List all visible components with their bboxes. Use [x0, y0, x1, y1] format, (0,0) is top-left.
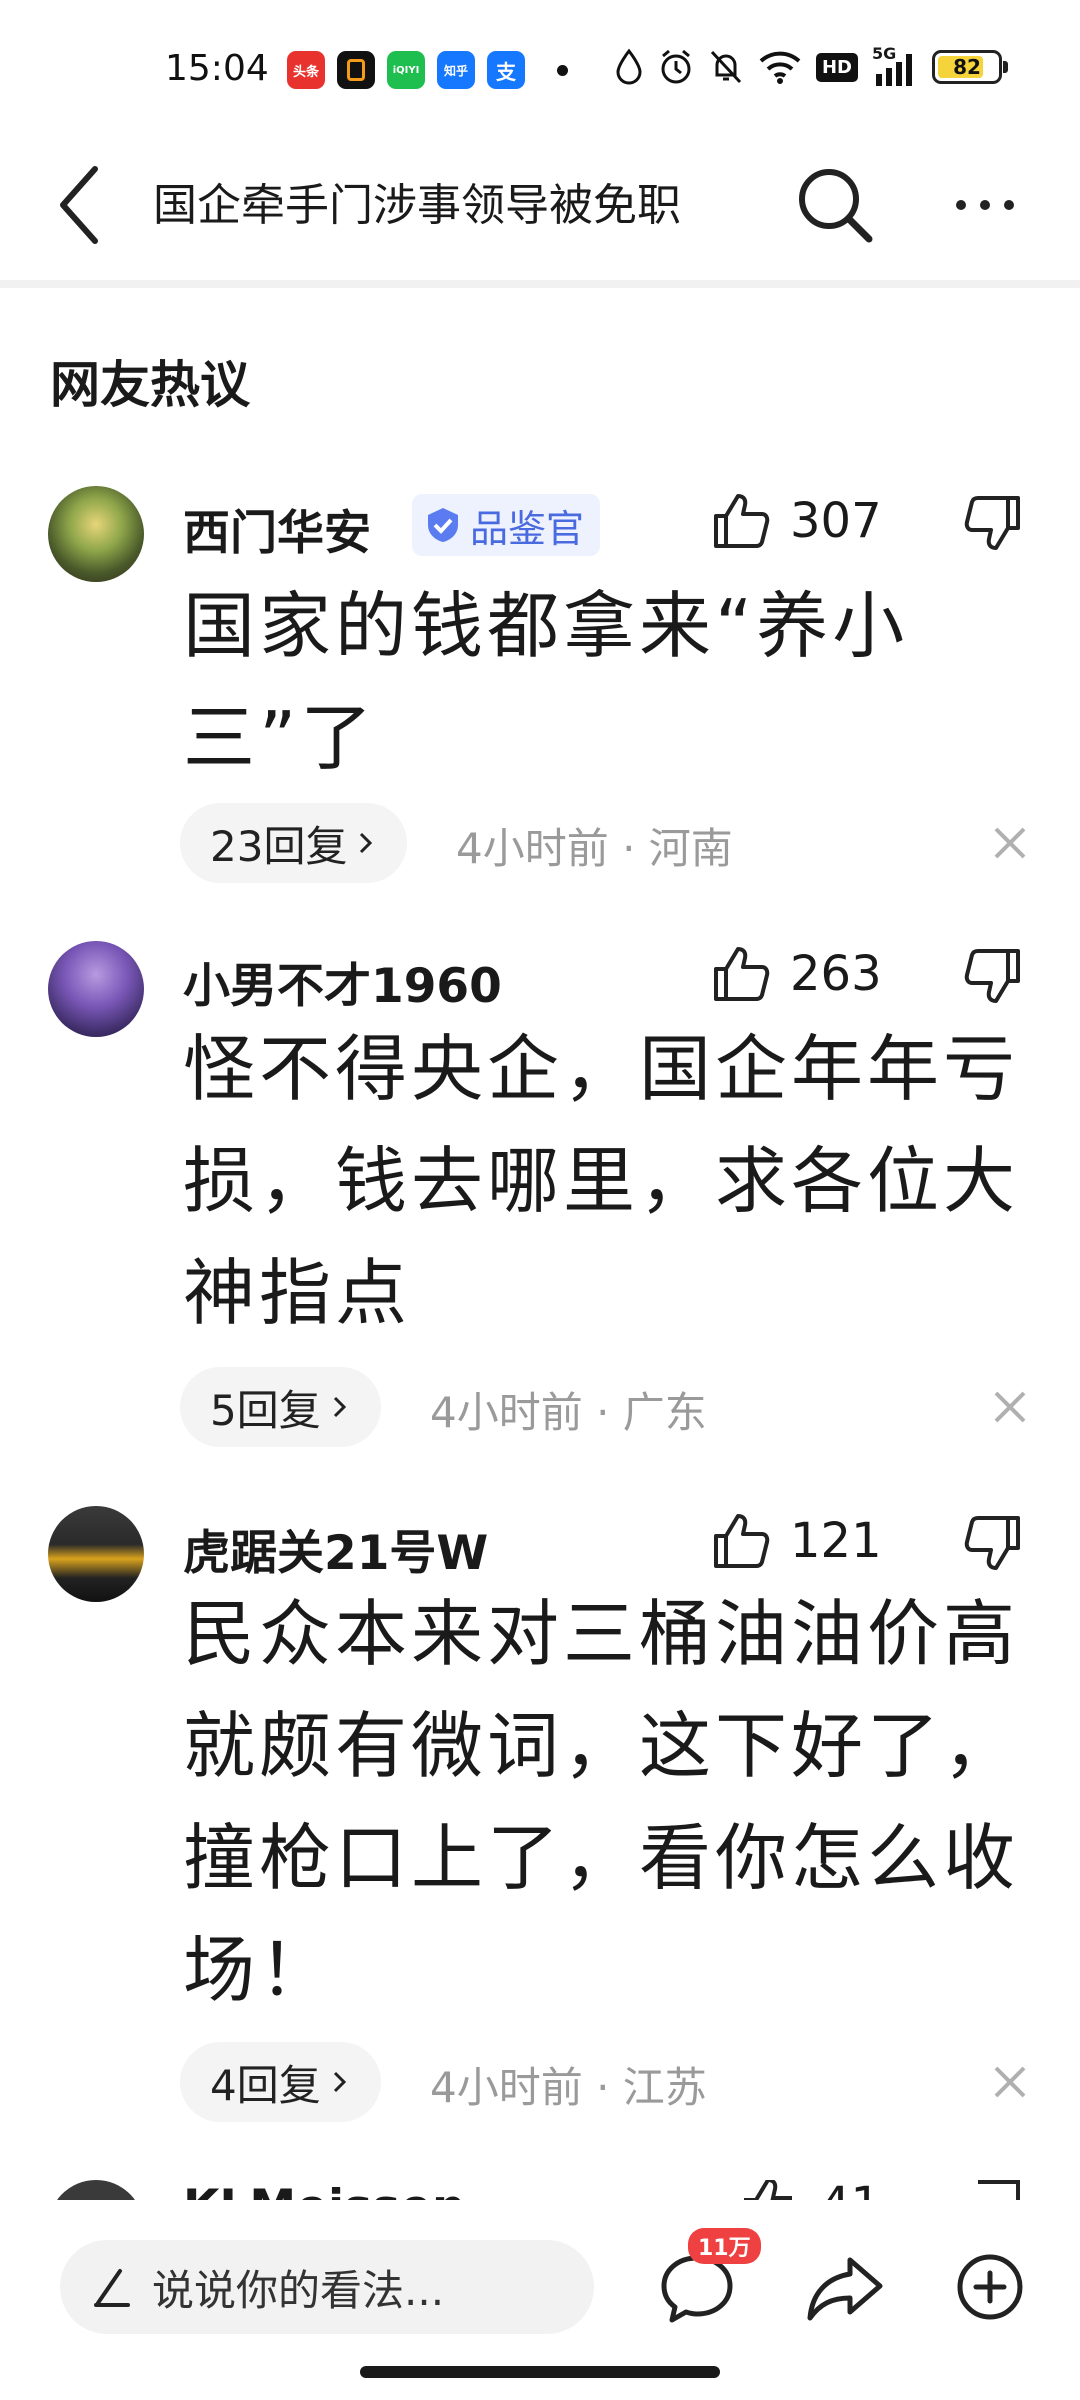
user-badge: 品鉴官 [412, 494, 601, 556]
article-title[interactable]: 国企牵手门涉事领导被免职 [153, 166, 733, 246]
wifi-icon [759, 51, 801, 84]
comment-text: 怪不得央企，国企年年亏损，钱去哪里，求各位大神指点 [183, 1027, 1020, 1335]
chevron-right-icon [333, 1396, 346, 1418]
dismiss-button[interactable] [985, 2057, 1035, 2107]
replies-button[interactable]: 5回复 [180, 1367, 381, 1447]
alipay-app-icon: 支 [487, 51, 525, 89]
comment-username[interactable]: 虎踞关21号W [183, 1514, 488, 1583]
reply-count: 5回复 [210, 1385, 321, 1435]
comment-count-badge: 11万 [688, 2228, 761, 2264]
comment-meta: 4小时前 · 广东 [430, 1388, 707, 1437]
avatar[interactable] [48, 941, 144, 1037]
comment-input[interactable]: 说说你的看法... [60, 2240, 594, 2334]
hd-badge: HD [815, 52, 858, 82]
dismiss-button[interactable] [985, 1382, 1035, 1432]
comment-item: 虎踞关21号W 121 民众本来对三桶油油价高就颇有微词，这下好了，撞枪口上了，… [0, 1500, 1080, 2140]
location-drop-icon [616, 48, 642, 85]
search-button[interactable] [785, 155, 885, 255]
comment-username[interactable]: 西门华安 [183, 494, 371, 563]
like-count: 263 [790, 946, 882, 1002]
thumbs-down-icon [964, 949, 1020, 1003]
like-button[interactable]: 263 [710, 943, 882, 1005]
toutiao-app-icon: 头条 [287, 51, 325, 89]
replies-button[interactable]: 23回复 [180, 803, 408, 883]
close-icon [994, 2066, 1026, 2098]
reply-count: 4回复 [210, 2060, 321, 2110]
comment-meta: 4小时前 · 河南 [456, 824, 733, 873]
share-button[interactable] [800, 2242, 890, 2332]
thumbs-up-icon [714, 494, 770, 548]
notification-dot-icon [557, 64, 568, 76]
verified-shield-icon [428, 508, 458, 542]
thumbs-up-icon [714, 1514, 770, 1568]
comment-item: 小男不才1960 263 怪不得央企，国企年年亏损，钱去哪里，求各位大神指点 5… [0, 935, 1080, 1465]
comment-meta: 4小时前 · 江苏 [430, 2063, 707, 2112]
screen: 15:04 头条 iQIYI 知乎 支 HD 5G 82 国企牵手门涉事领导被免… [0, 0, 1080, 2400]
top-nav-bar: 国企牵手门涉事领导被免职 [0, 130, 1080, 280]
close-icon [994, 1391, 1026, 1423]
add-button[interactable] [945, 2242, 1035, 2332]
thumbs-down-icon [964, 1516, 1020, 1570]
battery-level: 82 [953, 55, 981, 79]
plus-circle-icon [957, 2254, 1023, 2320]
status-bar: 15:04 头条 iQIYI 知乎 支 HD 5G 82 [0, 0, 1080, 130]
dislike-button[interactable] [962, 1512, 1024, 1578]
reply-count: 23回复 [210, 821, 348, 871]
like-count: 307 [790, 493, 882, 549]
chevron-right-icon [360, 832, 373, 854]
like-button[interactable]: 121 [710, 1510, 882, 1572]
chevron-right-icon [333, 2071, 346, 2093]
alarm-icon [661, 49, 691, 84]
replies-button[interactable]: 4回复 [180, 2042, 381, 2122]
thumbs-down-icon [964, 496, 1020, 550]
header-divider [0, 280, 1080, 288]
dislike-button[interactable] [962, 945, 1024, 1011]
more-dot-icon [1004, 200, 1014, 210]
pen-icon [94, 2269, 130, 2307]
battery-icon: 82 [932, 50, 1008, 84]
section-title: 网友热议 [50, 356, 250, 414]
zhihu-app-icon: 知乎 [437, 51, 475, 89]
badge-label: 品鉴官 [470, 506, 585, 551]
more-dot-icon [956, 200, 966, 210]
dislike-button[interactable] [962, 492, 1024, 558]
search-icon [799, 169, 873, 243]
avatar[interactable] [48, 1506, 144, 1602]
status-time: 15:04 [165, 48, 269, 89]
comment-username[interactable]: 小男不才1960 [183, 947, 502, 1016]
status-app-icons: 头条 iQIYI 知乎 支 [287, 51, 568, 89]
comment-input-placeholder: 说说你的看法... [152, 2265, 445, 2315]
share-arrow-icon [807, 2257, 883, 2321]
signal-icon: 5G [872, 44, 918, 86]
chevron-left-icon [60, 166, 98, 244]
like-count: 121 [790, 1513, 882, 1569]
like-button[interactable]: 307 [710, 490, 882, 552]
close-icon [994, 827, 1026, 859]
comment-item: 西门华安 品鉴官 307 国家的钱都拿来“养小三”了 23回复 4小时前 · 河… [0, 480, 1080, 900]
comment-text: 民众本来对三桶油油价高就颇有微词，这下好了，撞枪口上了，看你怎么收场！ [183, 1592, 1020, 2012]
avatar[interactable] [48, 486, 144, 582]
network-type: 5G [872, 44, 897, 63]
comment-text: 国家的钱都拿来“养小三”了 [183, 584, 909, 780]
thumbs-up-icon [714, 947, 770, 1001]
mute-bell-icon [710, 50, 742, 84]
back-button[interactable] [40, 150, 120, 260]
more-button[interactable] [935, 155, 1035, 255]
qb-app-icon [337, 51, 375, 89]
iqiyi-app-icon: iQIYI [387, 51, 425, 89]
status-right-icons: HD 5G 82 [614, 44, 1008, 86]
more-dot-icon [980, 200, 990, 210]
home-indicator[interactable] [360, 2366, 720, 2378]
dismiss-button[interactable] [985, 818, 1035, 868]
